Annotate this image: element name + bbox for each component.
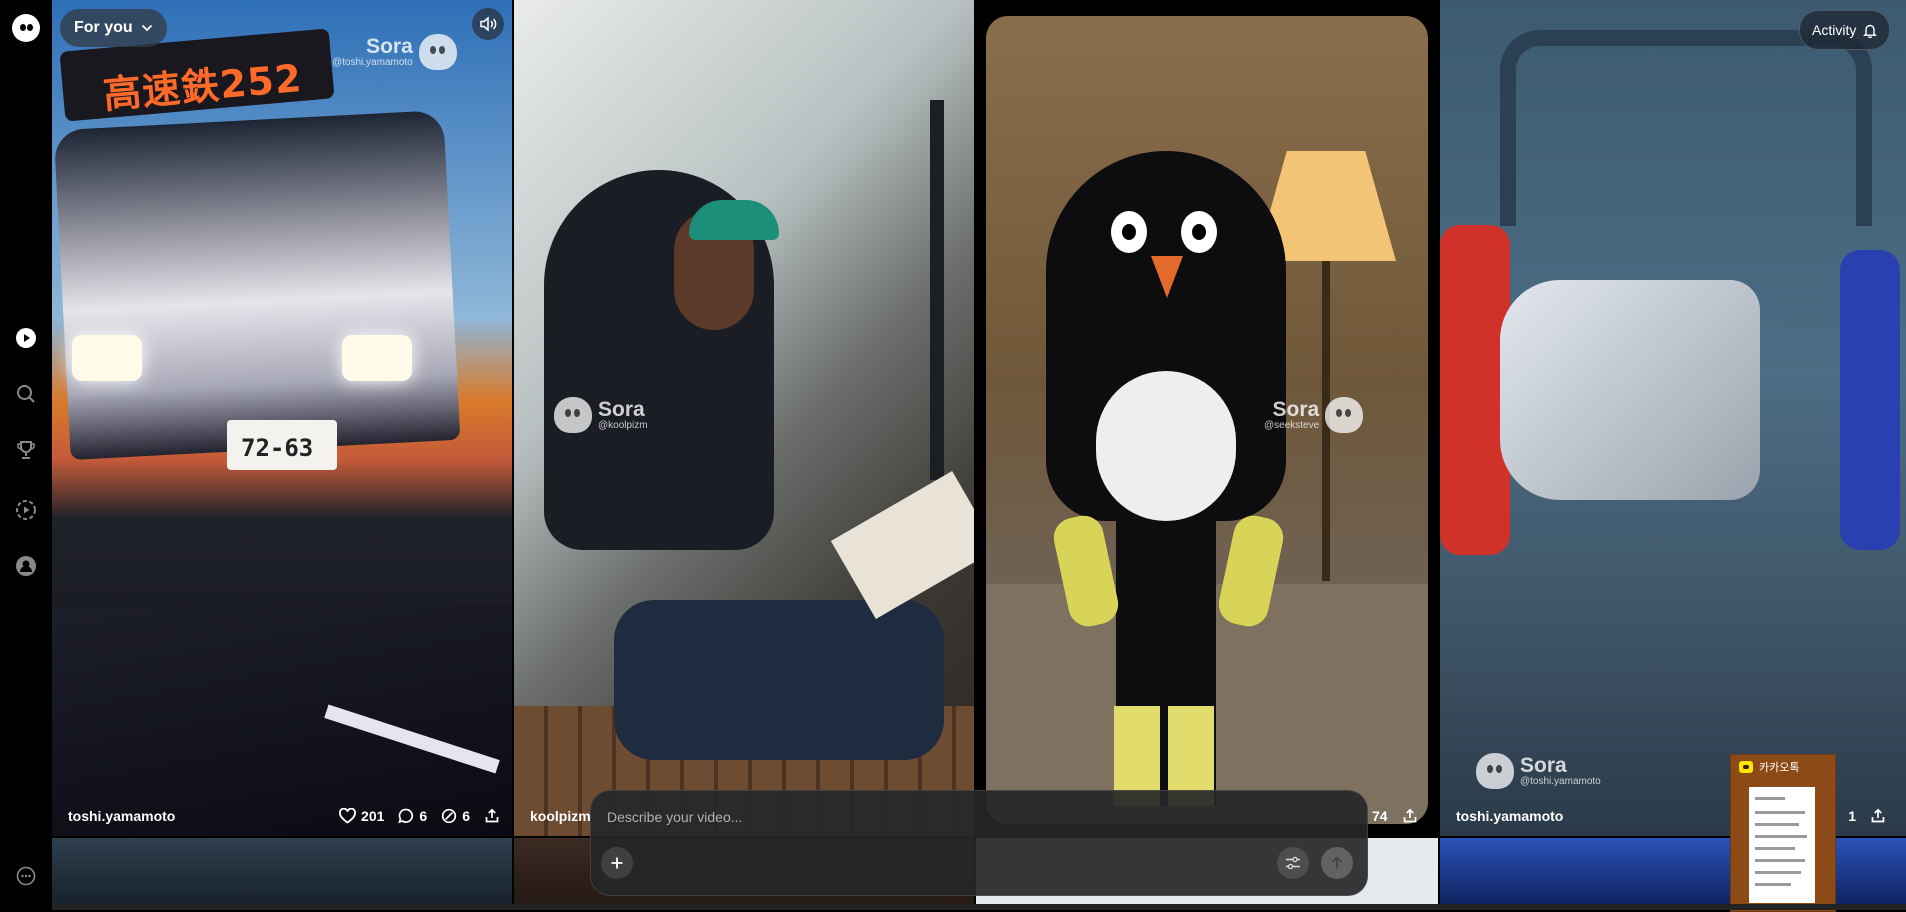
sora-watermark: Sora @koolpizm (554, 397, 648, 433)
newspaper (830, 471, 974, 619)
video-stats: 201 6 6 (339, 808, 500, 824)
robot-fist (1500, 280, 1760, 500)
remix-button[interactable]: 1 (1848, 808, 1856, 824)
video-card-1-footer: toshi.yamamoto 201 6 6 (68, 804, 500, 828)
robot-frame (1500, 30, 1872, 226)
comment-count: 6 (419, 808, 428, 824)
like-count: 201 (361, 808, 385, 824)
more-icon[interactable] (12, 862, 40, 890)
remix-count: 6 (462, 808, 470, 824)
bus-headlight (342, 335, 412, 381)
license-plate: 72-63 (227, 420, 337, 470)
settings-button[interactable] (1277, 847, 1309, 879)
watermark-handle: @seeksteve (1264, 419, 1320, 431)
video-card-2[interactable]: Sora @koolpizm (514, 0, 974, 836)
video-author[interactable]: toshi.yamamoto (68, 808, 175, 824)
road (52, 606, 512, 836)
sora-watermark: Sora @toshi.yamamoto (1476, 753, 1601, 789)
share-icon (1403, 808, 1416, 823)
video-card-1[interactable]: 高速鉄252 72-63 Sora @toshi.yamamoto (52, 0, 512, 836)
sora-watermark-logo (1476, 753, 1514, 789)
remix-button[interactable]: 74 (1372, 808, 1388, 824)
watermark-handle: @toshi.yamamoto (1520, 775, 1601, 787)
video-card-5-preview[interactable] (52, 838, 512, 910)
share-button[interactable] (1402, 808, 1418, 824)
sound-toggle-button[interactable] (472, 8, 504, 40)
penguin-beak (1151, 256, 1183, 298)
remix-count: 1 (1848, 808, 1856, 824)
sora-watermark: Sora @seeksteve (1264, 397, 1364, 433)
kakaotalk-titlebar: 카카오톡 (1731, 755, 1843, 779)
penguin-belly (1096, 371, 1236, 521)
share-icon (1871, 808, 1885, 823)
video-card-4[interactable]: Sora @toshi.yamamoto (1440, 0, 1906, 836)
prompt-input[interactable] (605, 805, 1209, 829)
arrow-up-icon (1331, 856, 1343, 869)
watermark-name: Sora (1520, 753, 1567, 777)
video-card-3[interactable]: Sora @seeksteve (976, 0, 1438, 836)
kakaotalk-preview (1749, 787, 1815, 903)
sora-logo-icon[interactable] (12, 14, 40, 42)
trophy-icon[interactable] (12, 436, 40, 464)
watermark-name: Sora (1272, 397, 1320, 421)
prompt-composer (590, 790, 1368, 896)
video-frame: Sora @seeksteve (986, 16, 1428, 824)
video-card-8-preview[interactable] (1440, 838, 1906, 910)
video-author[interactable]: koolpizm (530, 808, 591, 824)
activity-label: Activity (1812, 22, 1857, 38)
taskbar-edge (52, 904, 1906, 910)
heart-icon (339, 808, 356, 824)
man-cap (689, 200, 779, 240)
street-lamp-pole (930, 100, 944, 480)
feed-icon[interactable] (12, 324, 40, 352)
video-card-3-stats: 74 (1372, 804, 1418, 828)
bus-headlight (72, 335, 142, 381)
comment-icon (398, 808, 414, 824)
man-legs (614, 600, 944, 760)
search-icon[interactable] (12, 380, 40, 408)
watermark-name: Sora (366, 34, 413, 58)
watermark-name: Sora (598, 397, 645, 421)
sora-watermark: Sora @toshi.yamamoto (332, 34, 457, 70)
penguin-eye (1111, 211, 1147, 253)
remix-count: 74 (1372, 808, 1388, 824)
share-button[interactable] (484, 808, 500, 824)
profile-icon[interactable] (12, 552, 40, 580)
create-video-icon[interactable] (12, 496, 40, 524)
feed-selector-label: For you (74, 19, 133, 36)
kakaotalk-notification[interactable]: 카카오톡 (1730, 754, 1836, 912)
activity-button[interactable]: Activity (1799, 10, 1891, 50)
sora-watermark-logo (418, 34, 457, 70)
video-author[interactable]: toshi.yamamoto (1456, 808, 1563, 824)
plus-icon (611, 857, 623, 869)
submit-button[interactable] (1321, 847, 1353, 879)
kakaotalk-icon (1739, 761, 1753, 773)
left-sidebar (0, 0, 52, 910)
kakaotalk-title: 카카오톡 (1759, 761, 1800, 774)
add-attachment-button[interactable] (601, 847, 633, 879)
robot-arm-blue (1840, 250, 1900, 550)
sliders-icon (1286, 856, 1300, 870)
feed-selector-dropdown[interactable]: For you (60, 9, 167, 47)
speaker-icon (480, 16, 497, 32)
share-icon (485, 808, 499, 823)
remix-icon (442, 808, 457, 824)
bus-illustration (53, 110, 461, 460)
share-button[interactable] (1870, 808, 1886, 824)
comment-button[interactable]: 6 (398, 808, 427, 824)
bell-icon (1863, 24, 1878, 38)
remix-button[interactable]: 6 (441, 808, 470, 824)
watermark-handle: @koolpizm (598, 419, 648, 431)
chevron-down-icon (141, 24, 152, 32)
like-button[interactable]: 201 (339, 808, 384, 824)
watermark-handle: @toshi.yamamoto (332, 56, 413, 68)
bus-sign-text: 高速鉄252 (101, 55, 304, 118)
plate-text: 72-63 (241, 434, 314, 462)
sora-watermark-logo (1325, 397, 1364, 433)
penguin-eye (1181, 211, 1217, 253)
sora-watermark-logo (554, 397, 592, 433)
